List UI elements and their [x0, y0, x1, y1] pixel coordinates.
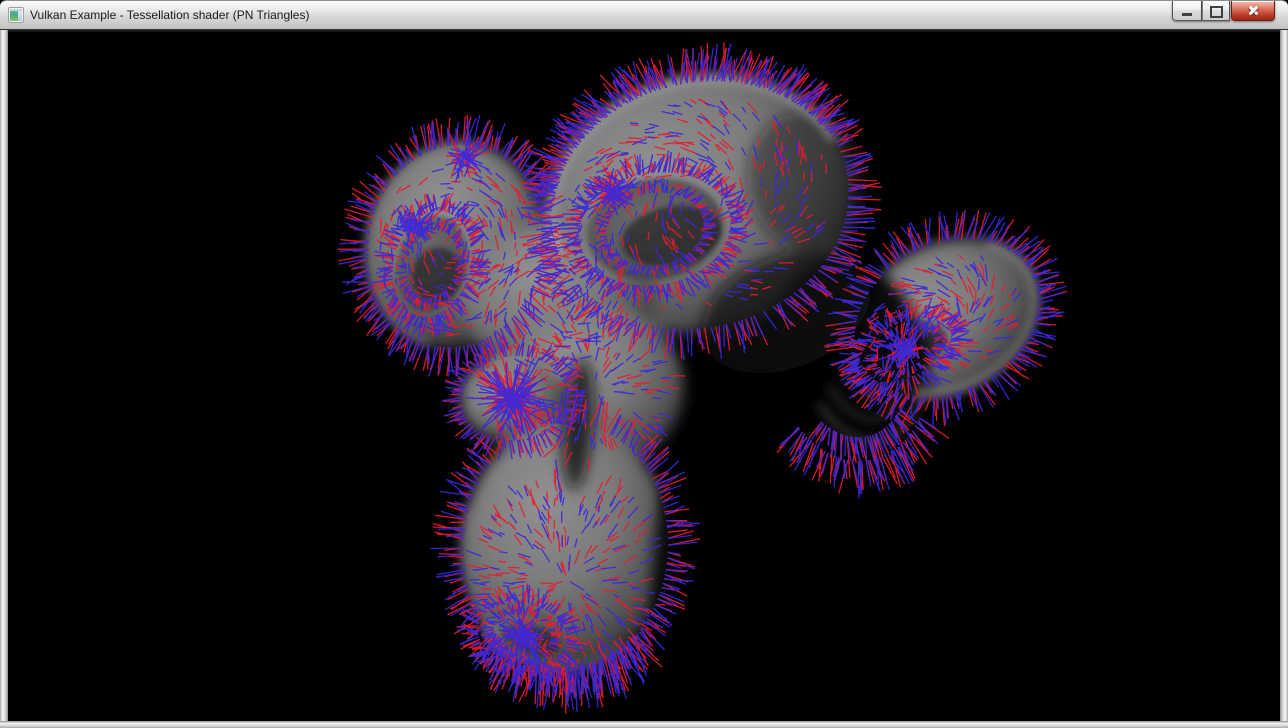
- window-border-right: [1280, 30, 1288, 721]
- maximize-icon: [1210, 6, 1223, 18]
- window-title: Vulkan Example - Tessellation shader (PN…: [30, 1, 309, 30]
- window-border-left: [0, 30, 8, 721]
- close-icon: [1247, 4, 1260, 17]
- tessellation-render: [8, 32, 1280, 721]
- render-viewport[interactable]: [8, 32, 1280, 721]
- title-bar[interactable]: Vulkan Example - Tessellation shader (PN…: [0, 0, 1288, 29]
- close-button[interactable]: [1231, 1, 1275, 21]
- app-icon-screen: [10, 11, 18, 21]
- minimize-button[interactable]: [1172, 1, 1202, 21]
- window-border-bottom: [0, 721, 1288, 728]
- app-icon[interactable]: [8, 7, 24, 23]
- window-controls: [1172, 1, 1275, 21]
- minimize-icon: [1182, 13, 1192, 16]
- maximize-button[interactable]: [1202, 1, 1230, 21]
- vulkan-example-window: Vulkan Example - Tessellation shader (PN…: [0, 0, 1288, 728]
- app-icon-screen-edge: [18, 11, 22, 21]
